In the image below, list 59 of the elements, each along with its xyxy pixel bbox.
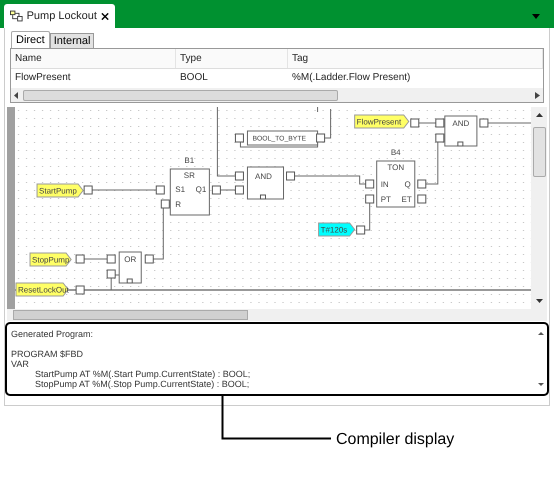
- function-block: [170, 168, 210, 216]
- scrollbar-thumb[interactable]: [23, 90, 338, 100]
- pin-connector: [286, 172, 296, 180]
- tab-title: Pump Lockout: [26, 8, 97, 24]
- tab[interactable]: Direct: [11, 31, 50, 48]
- function-block: [246, 130, 318, 146]
- pin-connector: [479, 118, 488, 128]
- pin-connector: [126, 278, 133, 284]
- diagram-icon: [10, 10, 23, 22]
- wire: [216, 107, 236, 176]
- pin-connector: [144, 254, 154, 264]
- table-cell-text: FlowPresent: [14, 71, 72, 85]
- code-line: VAR: [11, 359, 30, 369]
- tab[interactable]: Internal: [50, 33, 94, 48]
- function-block: [444, 116, 478, 146]
- pin-connector: [234, 134, 244, 142]
- pin-connector: [76, 254, 85, 264]
- dropdown-icon[interactable]: [532, 14, 540, 19]
- function-block: [376, 160, 416, 208]
- scrollbar-thumb[interactable]: [13, 310, 248, 320]
- column-header[interactable]: Name: [11, 49, 176, 68]
- pin-connector: [316, 134, 326, 142]
- code-line: StopPump AT %M(.Stop Pump.CurrentState) : BOOL;: [34, 379, 250, 389]
- column-header[interactable]: Type: [176, 49, 288, 68]
- wire: [84, 258, 108, 260]
- wire: [324, 108, 332, 138]
- table-cell-text: %M(.Ladder.Flow Present): [291, 71, 412, 85]
- pin-connector: [260, 194, 266, 200]
- column-header[interactable]: Tag: [288, 49, 543, 68]
- callout-label: Compiler display: [336, 430, 454, 450]
- function-block: [118, 252, 142, 284]
- wire: [418, 122, 436, 124]
- code-line: PROGRAM $FBD: [11, 349, 84, 359]
- wire: [152, 208, 166, 260]
- scrollbar-thumb[interactable]: [532, 127, 546, 177]
- vertical-scrollbar[interactable]: [531, 107, 547, 309]
- scroll-right-icon[interactable]: [535, 92, 540, 98]
- scroll-up-icon[interactable]: [538, 332, 544, 335]
- wire: [487, 122, 531, 124]
- scroll-down-icon[interactable]: [536, 299, 542, 303]
- function-block: [246, 166, 284, 200]
- horizontal-scrollbar[interactable]: [7, 309, 547, 321]
- code-line: StartPump AT %M(.Start Pump.CurrentState) : BOOL;: [34, 369, 252, 379]
- pin-connector: [84, 186, 93, 194]
- wire: [317, 107, 318, 112]
- scroll-left-icon[interactable]: [14, 92, 19, 98]
- table-cell-text: BOOL: [179, 71, 209, 85]
- pin-connector: [356, 226, 366, 234]
- pin-connector: [410, 118, 420, 128]
- pin-connector: [457, 142, 464, 146]
- wire: [364, 202, 370, 230]
- pin-connector: [76, 286, 85, 294]
- code-line: Generated Program:: [11, 329, 94, 339]
- horizontal-scrollbar[interactable]: [11, 88, 543, 102]
- scroll-down-icon[interactable]: [538, 383, 544, 386]
- pin-connector: [212, 186, 221, 194]
- close-icon[interactable]: [100, 12, 109, 20]
- scroll-up-icon[interactable]: [536, 113, 542, 117]
- document-tab[interactable]: Pump Lockout: [4, 4, 115, 28]
